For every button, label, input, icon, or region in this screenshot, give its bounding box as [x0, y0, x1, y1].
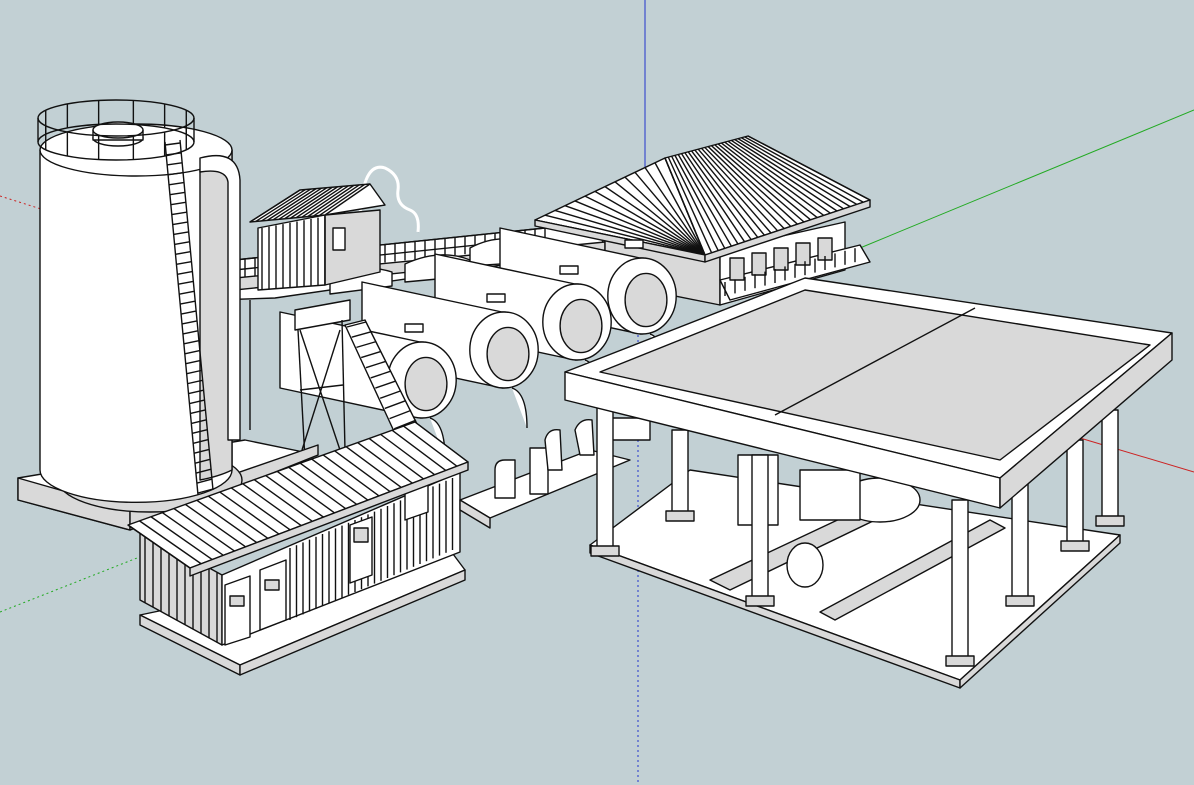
model-scene[interactable]	[0, 0, 1194, 785]
modeling-viewport[interactable]	[0, 0, 1194, 785]
